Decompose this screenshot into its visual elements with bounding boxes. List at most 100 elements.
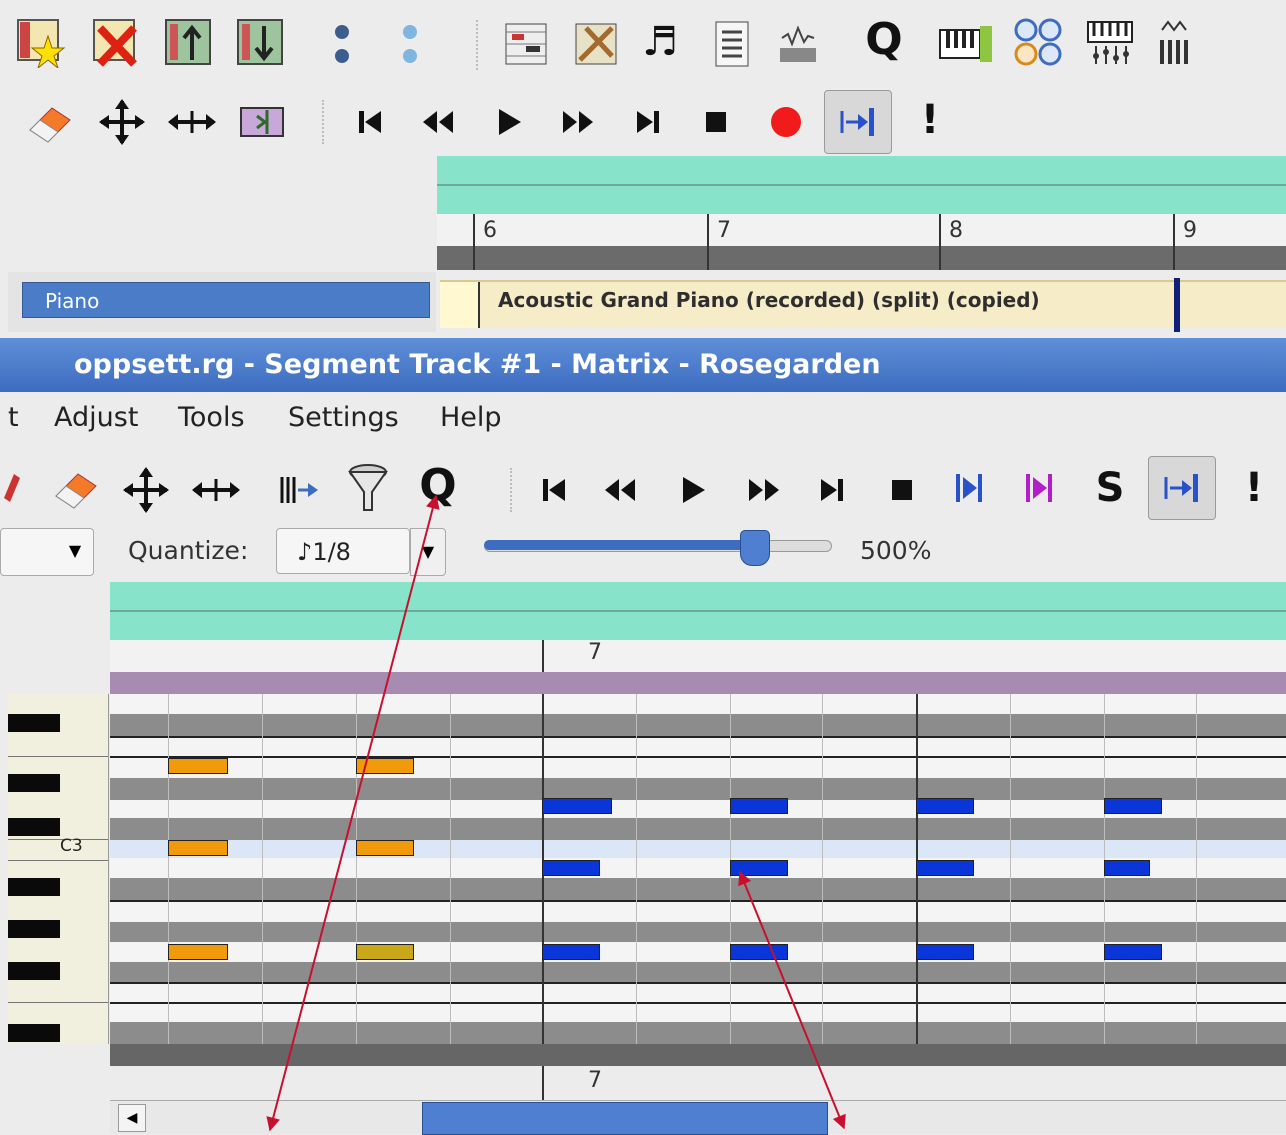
rewind-to-start-icon[interactable] <box>348 100 392 144</box>
panic-button[interactable]: ! <box>902 92 958 148</box>
pencil-icon[interactable] <box>0 460 20 516</box>
black-key[interactable] <box>8 878 60 896</box>
rewind-icon[interactable] <box>598 468 642 512</box>
filter-icon[interactable] <box>340 460 396 516</box>
move-icon[interactable] <box>118 462 174 518</box>
note[interactable] <box>356 840 414 856</box>
quantize-icon[interactable]: Q <box>856 12 912 68</box>
rewind-icon[interactable] <box>416 100 460 144</box>
delete-icon[interactable] <box>88 14 144 70</box>
menu-partial[interactable]: t <box>8 402 19 433</box>
fast-forward-to-end-icon[interactable] <box>626 100 670 144</box>
sliders-icon[interactable] <box>1148 14 1204 70</box>
note[interactable] <box>542 860 600 876</box>
fast-forward-icon[interactable] <box>556 100 600 144</box>
rewind-to-start-icon[interactable] <box>532 468 576 512</box>
fast-forward-to-end-icon[interactable] <box>810 468 854 512</box>
black-key[interactable] <box>8 714 60 732</box>
zoom-slider-handle[interactable] <box>740 530 770 566</box>
tempo-ruler[interactable] <box>437 156 1286 214</box>
add-star-icon[interactable] <box>12 14 68 70</box>
menu-settings[interactable]: Settings <box>288 402 399 433</box>
segment[interactable]: Acoustic Grand Piano (recorded) (split) … <box>440 278 1286 332</box>
quantize-select[interactable]: ♪1/8 <box>276 528 410 574</box>
eraser-icon[interactable] <box>22 94 78 150</box>
note[interactable] <box>168 758 228 774</box>
note[interactable] <box>356 944 414 960</box>
move-up-icon[interactable] <box>160 14 216 70</box>
quantize-label: Quantize: <box>128 536 249 565</box>
note[interactable] <box>542 944 600 960</box>
black-key[interactable] <box>8 1024 60 1042</box>
play-icon[interactable] <box>670 468 714 512</box>
note[interactable] <box>916 798 974 814</box>
note[interactable] <box>1104 860 1150 876</box>
note[interactable] <box>730 944 788 960</box>
black-key[interactable] <box>8 818 60 836</box>
piano-keyboard[interactable] <box>8 694 109 1044</box>
dots-icon[interactable] <box>320 22 364 66</box>
bar-ruler[interactable]: 6 7 8 9 <box>437 214 1286 270</box>
split-icon[interactable] <box>234 94 290 150</box>
audio-icon[interactable] <box>770 16 826 72</box>
scrollbar-thumb[interactable] <box>422 1102 828 1135</box>
note[interactable] <box>1104 944 1162 960</box>
menubar: t Adjust Tools Settings Help <box>0 394 1286 448</box>
percussion-editor-icon[interactable] <box>568 16 624 72</box>
black-key[interactable] <box>8 962 60 980</box>
note[interactable] <box>1104 798 1162 814</box>
loop-toggle-button[interactable] <box>824 90 892 154</box>
panic-button[interactable]: ! <box>1226 460 1282 516</box>
record-icon[interactable] <box>764 100 808 144</box>
tempo-ruler[interactable] <box>110 582 1286 640</box>
bar-ruler[interactable]: 7 <box>110 640 1286 672</box>
eraser-icon[interactable] <box>48 460 104 516</box>
notation-editor-icon[interactable]: ♬ <box>632 14 688 70</box>
playback-pointer[interactable] <box>1174 278 1180 332</box>
note[interactable] <box>916 944 974 960</box>
scroll-left-button[interactable]: ◀ <box>118 1104 146 1132</box>
menu-adjust[interactable]: Adjust <box>54 402 138 433</box>
quantize-icon[interactable]: Q <box>410 458 466 514</box>
fast-forward-icon[interactable] <box>742 468 786 512</box>
quantize-glyph: Q <box>865 14 903 65</box>
velocity-icon[interactable] <box>270 462 326 518</box>
note[interactable] <box>916 860 974 876</box>
loop-start-icon[interactable] <box>948 466 992 510</box>
resize-icon[interactable] <box>188 462 244 518</box>
play-icon[interactable] <box>486 100 530 144</box>
dots-light-icon[interactable] <box>388 22 432 66</box>
track-label[interactable]: Piano <box>22 282 430 318</box>
note[interactable] <box>730 798 788 814</box>
mixer-icon[interactable] <box>1010 14 1066 70</box>
move-down-icon[interactable] <box>232 14 288 70</box>
solo-button[interactable]: S <box>1088 466 1132 510</box>
resize-icon[interactable] <box>164 94 220 150</box>
chevron-down-icon[interactable]: ▼ <box>58 528 92 574</box>
stop-icon[interactable] <box>694 100 738 144</box>
toolbar-separator <box>476 20 484 70</box>
note[interactable] <box>356 758 414 774</box>
note[interactable] <box>168 840 228 856</box>
segment-label: Acoustic Grand Piano (recorded) (split) … <box>498 288 1040 312</box>
stop-icon[interactable] <box>880 468 924 512</box>
black-key[interactable] <box>8 774 60 792</box>
midi-keyboard-icon[interactable] <box>938 16 994 72</box>
loop-range-bar[interactable] <box>110 672 1286 694</box>
black-key[interactable] <box>8 920 60 938</box>
loop-toggle-button[interactable] <box>1148 456 1216 520</box>
note[interactable] <box>542 798 612 814</box>
window-titlebar[interactable]: oppsett.rg - Segment Track #1 - Matrix -… <box>0 338 1286 392</box>
matrix-grid[interactable] <box>110 694 1286 1044</box>
menu-help[interactable]: Help <box>440 402 502 433</box>
bottom-bar-ruler[interactable]: 7 <box>110 1066 1286 1100</box>
note[interactable] <box>730 860 788 876</box>
audio-mixer-icon[interactable] <box>1082 14 1138 70</box>
event-list-icon[interactable] <box>704 16 760 72</box>
chevron-down-icon[interactable]: ▼ <box>410 528 446 576</box>
menu-tools[interactable]: Tools <box>178 402 245 433</box>
matrix-editor-icon[interactable] <box>498 16 554 72</box>
move-icon[interactable] <box>94 94 150 150</box>
note[interactable] <box>168 944 228 960</box>
loop-end-icon[interactable] <box>1018 466 1062 510</box>
